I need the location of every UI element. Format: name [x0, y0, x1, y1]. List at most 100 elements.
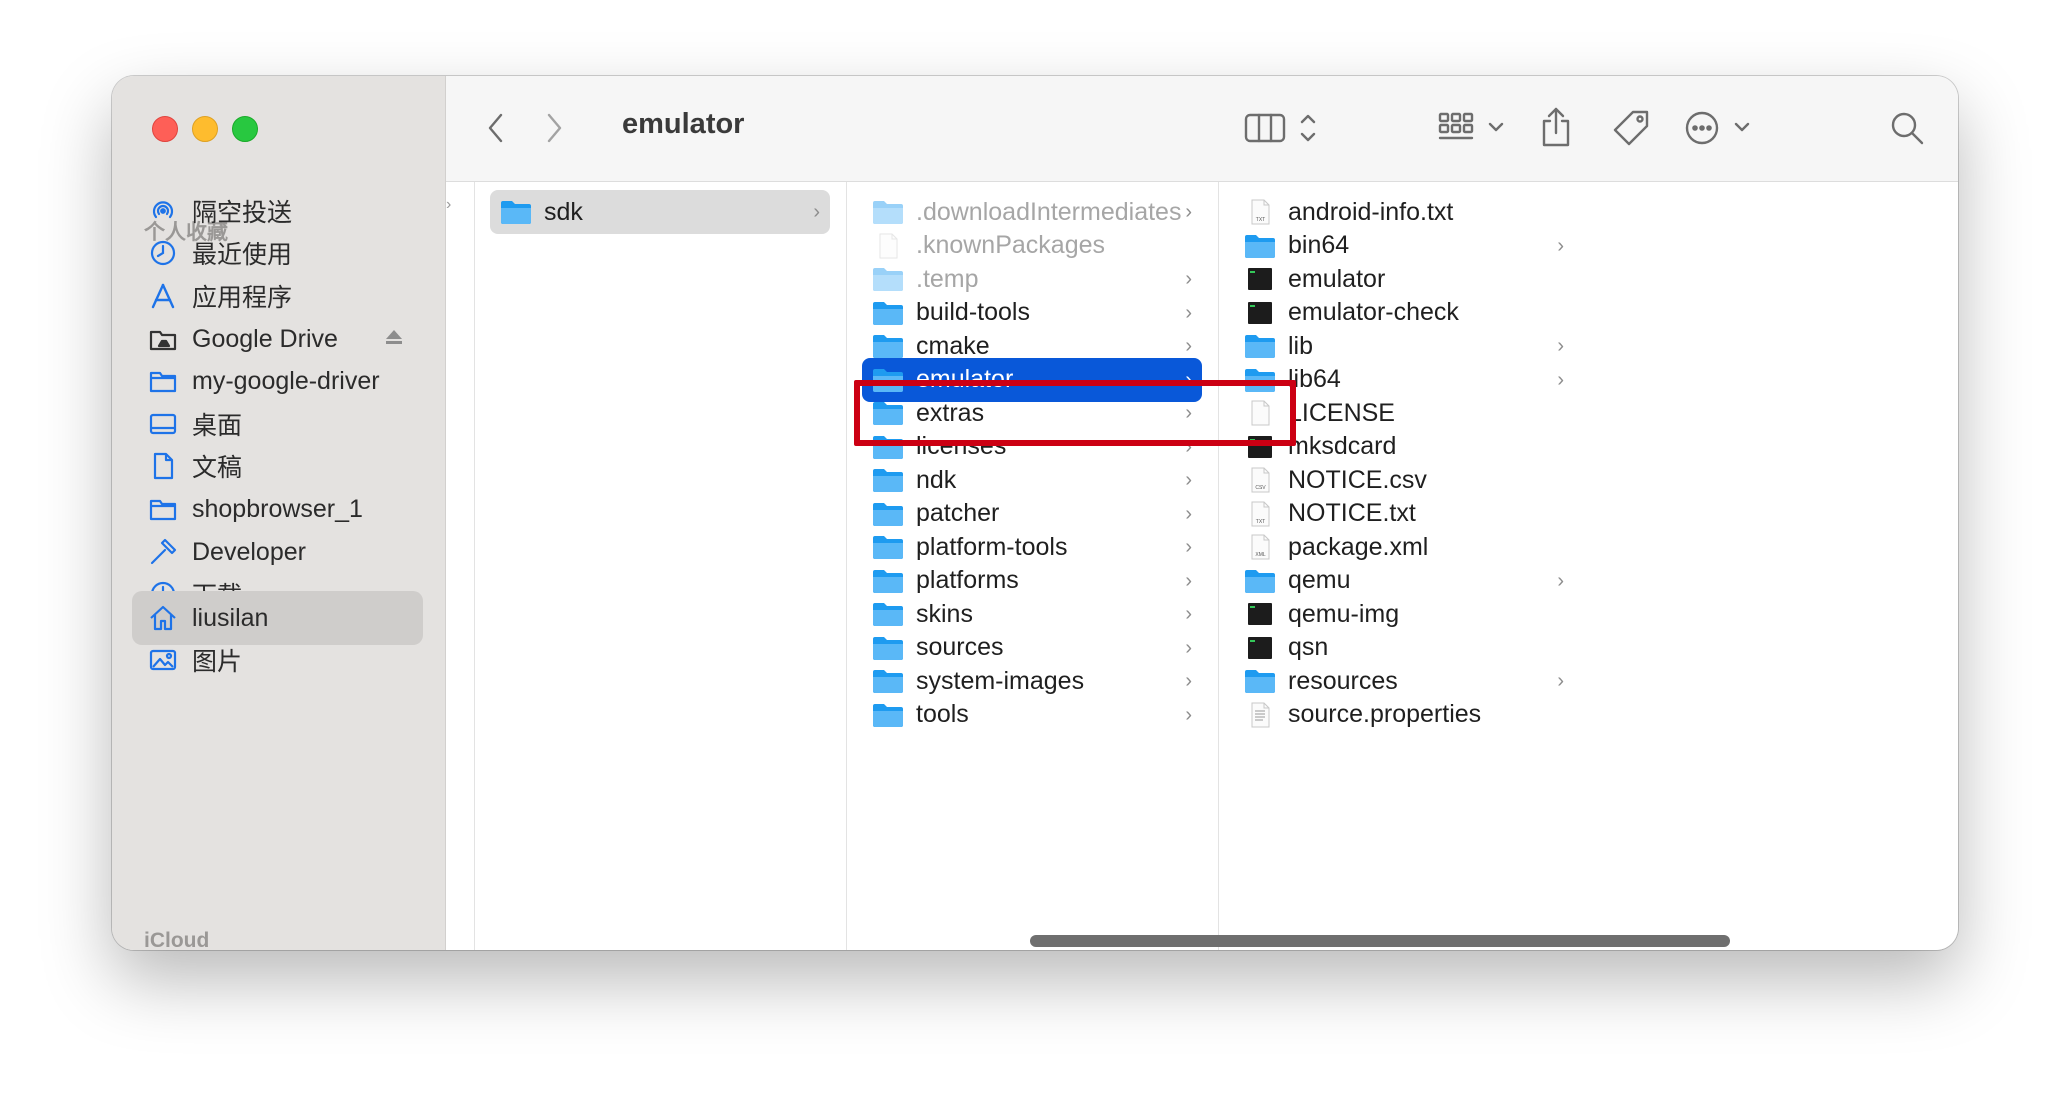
window-title: emulator — [622, 108, 745, 140]
list-item-name: cmake — [916, 331, 990, 360]
list-item-name: source.properties — [1288, 700, 1482, 728]
sidebar-item-label: 桌面 — [192, 412, 243, 440]
column-browser: › sdk › .downloadIntermediates › .knownPac… — [446, 182, 1958, 950]
chevron-right-icon: › — [1557, 335, 1564, 357]
forward-button[interactable] — [534, 106, 574, 150]
column-view-icon — [1244, 113, 1316, 143]
chevron-right-icon: › — [1185, 469, 1192, 491]
list-item-name: sdk — [544, 197, 583, 226]
ellipsis-circle-icon — [1685, 111, 1750, 145]
folder-icon — [873, 703, 903, 727]
horizontal-scrollbar[interactable] — [1030, 935, 1730, 947]
folder-icon — [873, 670, 903, 693]
more-actions-button[interactable] — [1678, 104, 1768, 152]
home-icon — [146, 603, 180, 633]
column-2: .downloadIntermediates › .knownPackages .te… — [847, 182, 1219, 950]
list-item-name: .temp — [916, 264, 979, 293]
list-item-name: .knownPackages — [916, 231, 1106, 259]
list-item-name: qsn — [1288, 633, 1329, 661]
svg-text:TXT: TXT — [1256, 217, 1265, 223]
tag-icon — [1613, 110, 1649, 146]
sidebar-item-label: 最近使用 — [192, 241, 293, 269]
share-button[interactable] — [1534, 102, 1578, 152]
list-item-name: LICENSE — [1288, 398, 1395, 427]
terminal-exec-icon — [1248, 301, 1272, 324]
text-file-icon — [1251, 702, 1270, 727]
folder-icon — [1245, 670, 1275, 693]
list-item-name: platforms — [916, 566, 1019, 594]
hammer-icon — [146, 537, 180, 567]
folder-icon — [873, 301, 903, 325]
chevron-right-icon: › — [1557, 670, 1564, 692]
list-item-name: android-info.txt — [1288, 197, 1454, 226]
sidebar-item-pictures[interactable]: 图片 — [132, 633, 423, 687]
chevron-right-icon: › — [1557, 569, 1564, 592]
annotation-highlight-box — [854, 380, 1296, 446]
txt-file-icon: TXT — [1251, 501, 1270, 526]
terminal-exec-icon — [1248, 603, 1272, 625]
close-window-button[interactable] — [152, 116, 178, 142]
eject-icon[interactable] — [383, 326, 405, 348]
sidebar-item-label: Developer — [192, 537, 306, 566]
chevron-right-icon: › — [1185, 201, 1192, 223]
list-item-name: qemu — [1288, 566, 1351, 594]
airdrop-icon — [146, 196, 180, 226]
terminal-exec-icon — [1248, 268, 1272, 290]
chevron-right-icon: › — [1185, 569, 1192, 592]
zoom-window-button[interactable] — [232, 116, 258, 142]
grid-group-icon — [1438, 112, 1504, 140]
svg-text:XML: XML — [1255, 552, 1266, 558]
list-item-name: system-images — [916, 666, 1085, 695]
folder-icon — [873, 335, 903, 358]
chevron-right-icon: › — [1185, 268, 1192, 290]
folder-icon — [873, 502, 903, 526]
list-item-name: qemu-img — [1288, 599, 1400, 628]
blank-file-icon — [879, 233, 898, 258]
list-item[interactable]: source.properties — [1234, 693, 1574, 737]
list-item-name: .downloadIntermediates — [916, 197, 1182, 226]
search-button[interactable] — [1882, 104, 1932, 152]
list-item[interactable]: tools › — [862, 693, 1202, 737]
folder-icon — [873, 469, 903, 492]
sidebar-item-label: Google Drive — [192, 324, 338, 353]
view-mode-button[interactable] — [1240, 106, 1330, 150]
folder-icon — [873, 569, 903, 593]
list-item-name: patcher — [916, 499, 1000, 527]
sidebar-item-label: liusilan — [192, 603, 269, 632]
list-item-name: NOTICE.csv — [1288, 465, 1427, 494]
list-item-name: sources — [916, 633, 1004, 661]
folder-icon — [1245, 335, 1275, 358]
chevron-right-icon: › — [1185, 335, 1192, 357]
chevron-right-icon: › — [1185, 636, 1192, 659]
chevron-right-icon: › — [1185, 502, 1192, 525]
txt-file-icon: TXT — [1251, 199, 1270, 225]
column-parent-overflow: › — [446, 182, 475, 950]
sidebar-item-label: shopbrowser_1 — [192, 494, 363, 523]
sidebar-item-label: 图片 — [192, 648, 243, 676]
tag-button[interactable] — [1606, 104, 1656, 152]
sidebar-item-label: 隔空投送 — [192, 199, 293, 227]
list-item[interactable]: sdk › — [490, 190, 830, 234]
group-button[interactable] — [1434, 106, 1514, 150]
folder-icon — [146, 366, 180, 396]
minimize-window-button[interactable] — [192, 116, 218, 142]
list-item-name: emulator-check — [1288, 298, 1459, 326]
list-item-name: ndk — [916, 465, 957, 494]
folder-icon — [873, 536, 903, 559]
finder-window: 个人收藏 隔空投送 最近使用 应用程序 Google Drive my-goog… — [112, 76, 1958, 950]
chevron-right-icon: › — [1185, 536, 1192, 558]
folder-icon — [1245, 569, 1275, 593]
chevron-right-icon: › — [1185, 670, 1192, 692]
xml-file-icon: XML — [1251, 534, 1270, 560]
sidebar-item-label: my-google-driver — [192, 366, 380, 395]
chevron-right-icon — [547, 113, 562, 143]
sidebar-item-label: 应用程序 — [192, 284, 293, 312]
terminal-exec-icon — [1248, 636, 1272, 659]
applications-icon — [146, 281, 180, 311]
chevron-right-icon: › — [813, 201, 820, 223]
back-button[interactable] — [476, 106, 516, 150]
document-icon — [146, 451, 180, 481]
chevron-right-icon: › — [1557, 234, 1564, 257]
folder-icon — [501, 201, 531, 224]
folder-icon — [873, 201, 903, 224]
